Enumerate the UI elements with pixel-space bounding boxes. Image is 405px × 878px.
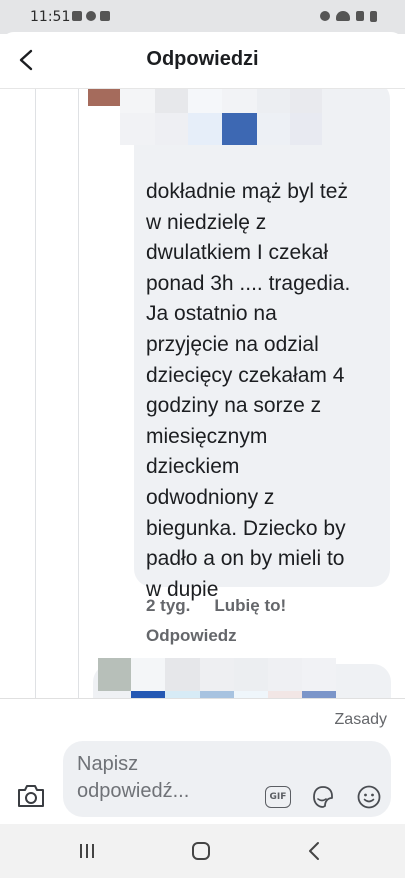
comment-meta: 2 tyg. Lubię to! <box>146 596 286 616</box>
page-title: Odpowiedzi <box>146 48 259 70</box>
status-time: 11:51 <box>30 9 71 25</box>
gallery-icon <box>72 11 82 21</box>
messenger-icon <box>86 11 96 21</box>
status-right-icons <box>320 11 377 22</box>
home-icon <box>192 842 210 860</box>
status-bar: 11:51 <box>0 0 405 34</box>
header: Odpowiedzi <box>0 32 405 89</box>
status-left-icons <box>72 11 110 21</box>
sticker-button[interactable] <box>309 783 337 811</box>
navigation-bar <box>0 824 405 878</box>
emoji-icon <box>357 785 381 809</box>
system-back-button[interactable] <box>300 838 328 864</box>
comment-text: dokładnie mąż byl też w niedzielę z dwul… <box>146 180 351 601</box>
home-button[interactable] <box>187 838 215 864</box>
camera-icon <box>18 785 44 807</box>
replies-sheet: Odpowiedzi dokładnie mąż byl też w niedz… <box>0 32 405 878</box>
gif-icon: GIF <box>265 786 291 808</box>
like-button[interactable]: Lubię to! <box>214 596 286 615</box>
sticker-icon <box>313 786 333 808</box>
alarm-icon <box>320 11 330 21</box>
emoji-button[interactable] <box>355 783 383 811</box>
camera-button[interactable] <box>16 783 46 809</box>
youtube-icon <box>100 11 110 21</box>
back-icon <box>309 842 319 860</box>
thread-line <box>35 89 36 699</box>
comment-thread: dokładnie mąż byl też w niedzielę z dwul… <box>0 89 405 699</box>
reply-input[interactable] <box>77 751 247 811</box>
signal-icon <box>356 11 364 21</box>
battery-icon <box>370 11 377 22</box>
thread-line <box>78 89 79 699</box>
reply-button[interactable]: Odpowiedz <box>146 626 237 646</box>
avatar[interactable] <box>88 89 120 106</box>
reply-input-box: GIF <box>63 741 391 817</box>
gif-button[interactable]: GIF <box>264 783 292 811</box>
reply-composer: Zasady GIF <box>0 698 405 823</box>
recent-apps-icon <box>80 844 94 858</box>
wifi-icon <box>336 11 350 21</box>
comment-time: 2 tyg. <box>146 596 191 615</box>
rules-link[interactable]: Zasady <box>335 711 387 729</box>
recent-apps-button[interactable] <box>73 838 101 864</box>
